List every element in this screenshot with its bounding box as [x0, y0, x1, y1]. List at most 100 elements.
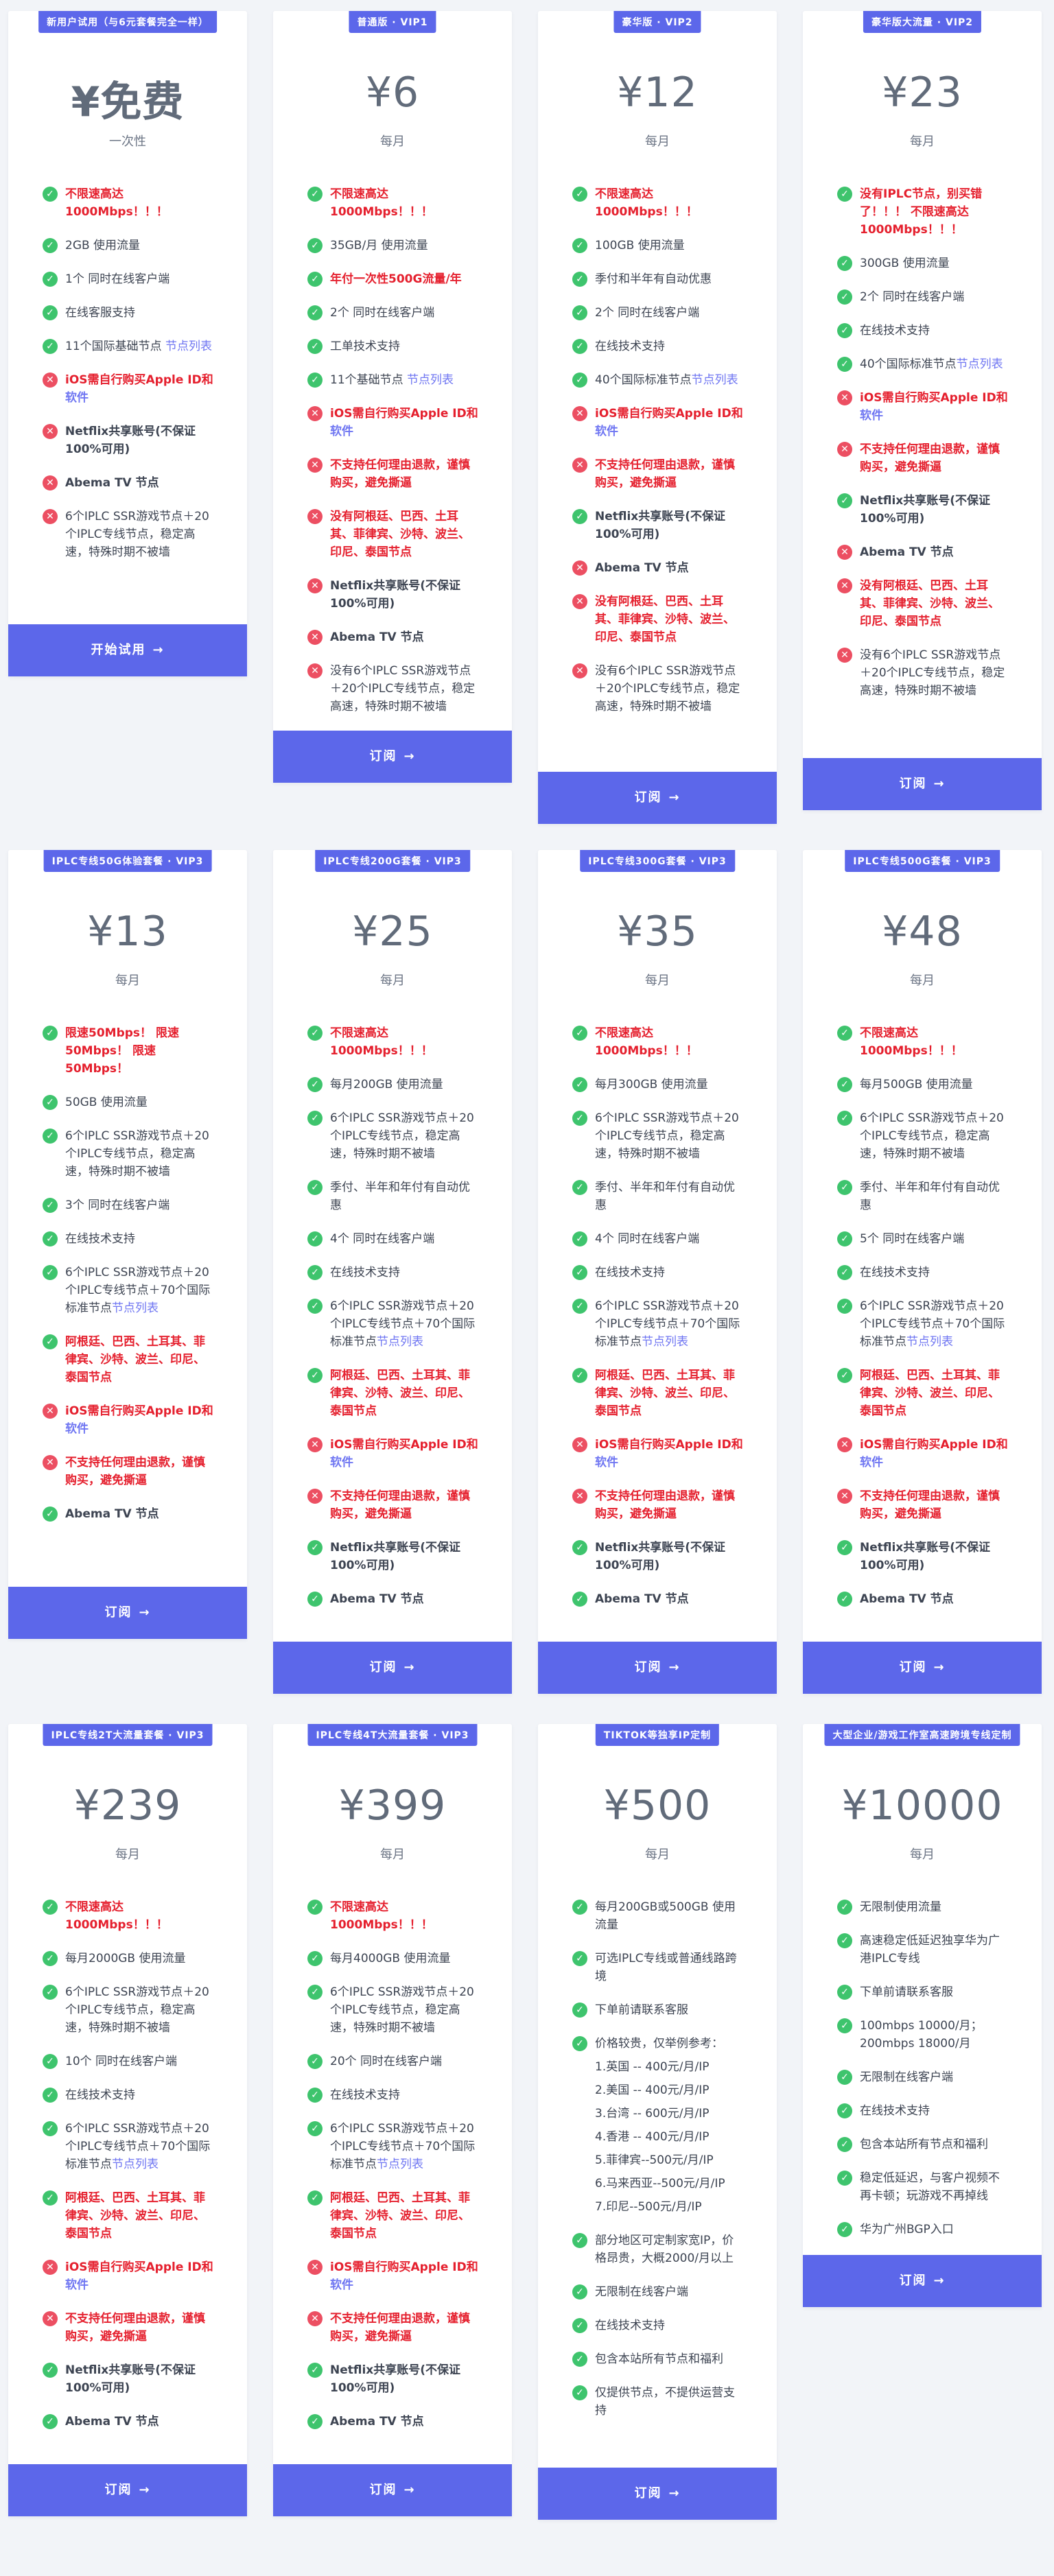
subscribe-button[interactable]: 订阅 → — [538, 772, 777, 824]
feature-text-wrap: 没有6个IPLC SSR游戏节点＋20个IPLC专线节点，稳定高速，特殊时期不被… — [330, 662, 479, 716]
subscribe-button[interactable]: 订阅 → — [273, 731, 512, 783]
feature-item: ✕ 没有阿根廷、巴西、土耳其、菲律宾、沙特、波兰、印尼、泰国节点 — [837, 577, 1009, 630]
feature-text-wrap: 不支持任何理由退款，谨慎购买，避免撕逼 — [595, 1487, 744, 1523]
check-icon: ✓ — [837, 323, 852, 338]
feature-item: ✕ iOS需自行购买Apple ID和软件 — [43, 2258, 214, 2294]
plan-badge: 大型企业/游戏工作室高速跨境专线定制 — [824, 1724, 1020, 1746]
subscribe-button[interactable]: 订阅 → — [8, 2464, 247, 2516]
check-icon: ✓ — [837, 1592, 852, 1607]
node-list-link[interactable]: 软件 — [65, 1422, 89, 1436]
feature-item: ✕ 不支持任何理由退款，谨慎购买，避免撕逼 — [307, 1487, 479, 1523]
node-list-link[interactable]: 软件 — [860, 1456, 883, 1469]
plan-period: 每月 — [380, 134, 405, 149]
feature-item: ✓ 在线客服支持 — [43, 304, 214, 322]
feature-item: ✓ 阿根廷、巴西、土耳其、菲律宾、沙特、波兰、印尼、泰国节点 — [43, 1333, 214, 1386]
subscribe-button[interactable]: 订阅 → — [8, 1587, 247, 1639]
subscribe-button[interactable]: 订阅 → — [538, 2468, 777, 2520]
subscribe-button[interactable]: 订阅 → — [273, 1642, 512, 1694]
feature-text: 40个国际标准节点 — [595, 373, 692, 387]
feature-text-wrap: 在线技术支持 — [860, 2102, 1009, 2120]
feature-text: iOS需自行购买Apple ID和 — [65, 373, 213, 387]
node-list-link[interactable]: 节点列表 — [692, 373, 738, 387]
feature-text-wrap: 没有阿根廷、巴西、土耳其、菲律宾、沙特、波兰、印尼、泰国节点 — [330, 508, 479, 561]
feature-text-wrap: 在线技术支持 — [65, 2086, 214, 2104]
feature-item: ✓ Netflix共享账号(不保证100%可用) — [572, 508, 744, 543]
feature-text-wrap: 4个 同时在线客户端 — [595, 1230, 744, 1248]
cross-icon: ✕ — [572, 458, 587, 473]
node-list-link[interactable]: 节点列表 — [112, 2158, 159, 2171]
node-list-link[interactable]: 软件 — [65, 391, 89, 405]
feature-text: 没有阿根廷、巴西、土耳其、菲律宾、沙特、波兰、印尼、泰国节点 — [330, 510, 470, 559]
subscribe-button[interactable]: 开始试用 → — [8, 624, 247, 676]
check-icon: ✓ — [572, 1231, 587, 1246]
node-list-link[interactable]: 节点列表 — [165, 340, 212, 353]
feature-text: 不限速高达1000Mbps！！！ — [595, 187, 698, 219]
check-icon: ✓ — [837, 187, 852, 202]
feature-item: ✕ iOS需自行购买Apple ID和软件 — [307, 2258, 479, 2294]
feature-text: 不支持任何理由退款，谨慎购买，避免撕逼 — [330, 458, 470, 490]
feature-item: ✓ Abema TV 节点 — [307, 2413, 479, 2431]
feature-text-wrap: 在线技术支持 — [330, 2086, 479, 2104]
node-list-link[interactable]: 软件 — [860, 409, 883, 423]
node-list-link[interactable]: 软件 — [330, 2278, 353, 2292]
price-example: 5.菲律宾--500元/月/IP — [595, 2153, 714, 2167]
node-list-link[interactable]: 节点列表 — [906, 1335, 953, 1349]
feature-text-wrap: iOS需自行购买Apple ID和软件 — [860, 389, 1009, 425]
subscribe-button[interactable]: 订阅 → — [803, 1642, 1042, 1694]
feature-text-wrap: Netflix共享账号(不保证100%可用) — [860, 1539, 1009, 1574]
node-list-link[interactable]: 节点列表 — [377, 2158, 423, 2171]
feature-item: ✓ 1个 同时在线客户端 — [43, 270, 214, 288]
feature-item: ✓ 稳定低延迟，与客户视频不再卡顿；玩游戏不再掉线 — [837, 2169, 1009, 2205]
feature-text: 不支持任何理由退款，谨慎购买，避免撕逼 — [595, 1489, 735, 1521]
cross-icon: ✕ — [307, 1489, 323, 1504]
feature-item: ✓ 在线技术支持 — [572, 338, 744, 355]
node-list-link[interactable]: 节点列表 — [112, 1301, 159, 1315]
feature-text-wrap: 不支持任何理由退款，谨慎购买，避免撕逼 — [330, 1487, 479, 1523]
check-icon: ✓ — [43, 339, 58, 354]
feature-text: 6个IPLC SSR游戏节点＋20个IPLC专线节点，稳定高速，特殊时期不被墙 — [65, 510, 209, 559]
check-icon: ✓ — [837, 256, 852, 271]
node-list-link[interactable]: 节点列表 — [377, 1335, 423, 1349]
feature-item: ✓ 40个国际标准节点节点列表 — [572, 371, 744, 389]
arrow-right-icon: → — [933, 1660, 946, 1675]
feature-text-wrap: 不限速高达1000Mbps！！！ — [65, 185, 214, 221]
feature-item: ✓ 在线技术支持 — [572, 2317, 744, 2335]
subscribe-button[interactable]: 订阅 → — [803, 758, 1042, 810]
feature-list: ✓ 不限速高达1000Mbps！！！ ✓ 每月2000GB 使用流量 ✓ 6个IPLC S… — [43, 1898, 214, 2446]
node-list-link[interactable]: 节点列表 — [957, 357, 1003, 371]
plan-badge: IPLC专线200G套餐 · VIP3 — [315, 850, 470, 872]
check-icon: ✓ — [837, 289, 852, 305]
node-list-link[interactable]: 软件 — [330, 425, 353, 438]
node-list-link[interactable]: 节点列表 — [407, 373, 454, 387]
feature-text: 6个IPLC SSR游戏节点＋20个IPLC专线节点，稳定高速，特殊时期不被墙 — [330, 1985, 474, 2035]
feature-text-wrap: 不限速高达1000Mbps！！！ — [860, 1024, 1009, 1060]
check-icon: ✓ — [307, 1592, 323, 1607]
cross-icon: ✕ — [572, 594, 587, 609]
cross-icon: ✕ — [307, 578, 323, 593]
feature-text-wrap: 季付、半年和年付有自动优惠 — [595, 1179, 744, 1214]
feature-text: 不限速高达1000Mbps！！！ — [65, 187, 168, 219]
feature-text-wrap: Netflix共享账号(不保证100%可用) — [860, 492, 1009, 528]
feature-text-wrap: 6个IPLC SSR游戏节点＋20个IPLC专线节点＋70个国际标准节点节点列表 — [65, 1264, 214, 1317]
feature-text: 年付一次性500G流量/年 — [330, 272, 462, 286]
subscribe-button[interactable]: 订阅 → — [538, 1642, 777, 1694]
plan-price: ¥10000 — [841, 1782, 1003, 1830]
feature-text: 无限制使用流量 — [860, 1900, 941, 1914]
cross-icon: ✕ — [572, 1489, 587, 1504]
subscribe-button[interactable]: 订阅 → — [273, 2464, 512, 2516]
feature-text-wrap: 不限速高达1000Mbps！！！ — [65, 1898, 214, 1934]
plan-card: IPLC专线50G体验套餐 · VIP3 ¥13 每月 ✓ 限速50Mbps！ 限速50… — [8, 850, 247, 1639]
cross-icon: ✕ — [43, 1404, 58, 1419]
node-list-link[interactable]: 软件 — [595, 425, 618, 438]
node-list-link[interactable]: 软件 — [330, 1456, 353, 1469]
feature-text: 每月200GB 使用流量 — [330, 1078, 443, 1091]
plan-card: 豪华版 · VIP2 ¥12 每月 ✓ 不限速高达1000Mbps！！！ ✓ 100GB 使… — [538, 11, 777, 824]
node-list-link[interactable]: 软件 — [65, 2278, 89, 2292]
node-list-link[interactable]: 节点列表 — [642, 1335, 688, 1349]
price-example: 2.美国 -- 400元/月/IP — [595, 2083, 710, 2097]
node-list-link[interactable]: 软件 — [595, 1456, 618, 1469]
feature-text-wrap: Abema TV 节点 — [330, 1590, 479, 1608]
cross-icon: ✕ — [837, 442, 852, 457]
subscribe-button[interactable]: 订阅 → — [803, 2255, 1042, 2307]
feature-list: ✓ 没有IPLC节点，别买错了！！！ 不限速高达1000Mbps！！！ ✓ 300GB… — [837, 185, 1009, 716]
